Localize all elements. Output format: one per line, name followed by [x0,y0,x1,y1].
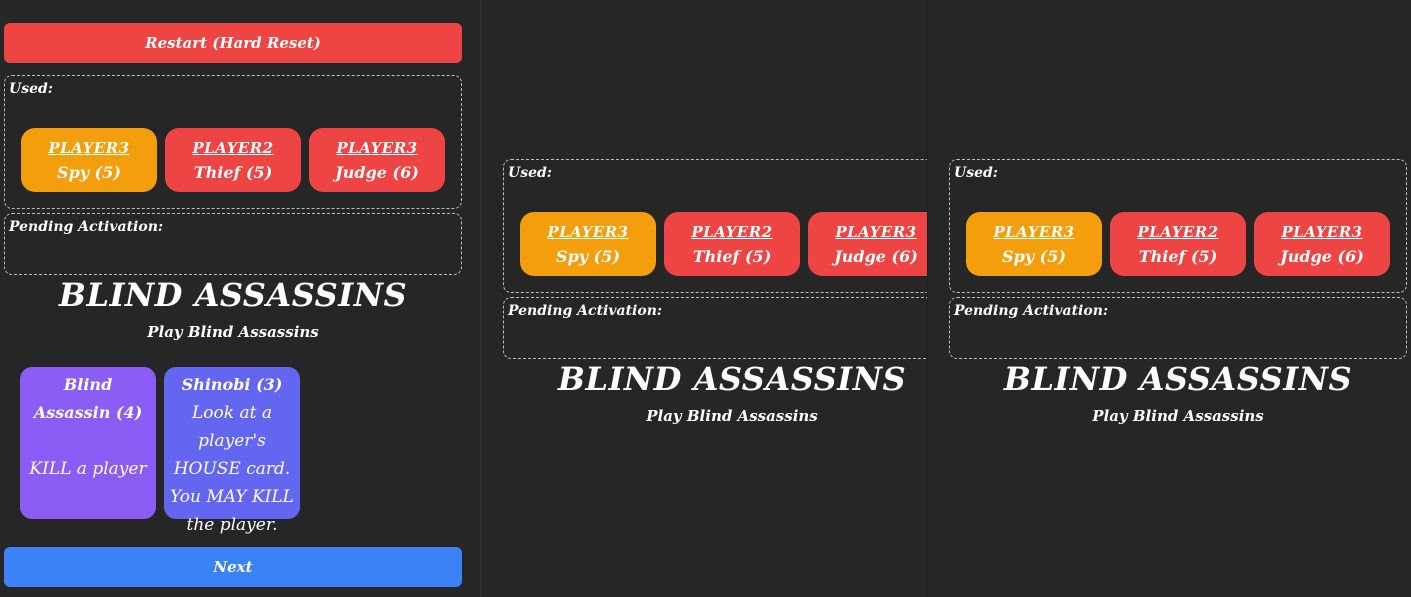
used-card: PLAYER3 Spy (5) [21,128,157,192]
used-zone-label: Used: [954,165,998,181]
used-card: PLAYER3 Judge (6) [808,212,927,276]
used-card-name: Thief (5) [1138,246,1218,266]
game-subtitle: Play Blind Assassins [646,407,818,425]
used-zone: Used: PLAYER3 Spy (5) PLAYER2 Thief (5) … [949,159,1407,293]
used-card-owner: PLAYER2 [192,138,274,157]
game-subtitle: Play Blind Assassins [147,323,319,341]
used-card-row: PLAYER3 Spy (5) PLAYER2 Thief (5) PLAYER… [21,128,445,192]
restart-button[interactable]: Restart (Hard Reset) [4,23,462,63]
hand-card-description: KILL a player [29,459,147,479]
player-view-3: Used: PLAYER3 Spy (5) PLAYER2 Thief (5) … [928,0,1411,597]
pending-zone-label: Pending Activation: [9,219,164,235]
hand-card-title: Shinobi (3) [181,375,283,394]
next-button[interactable]: Next [4,547,462,587]
used-card: PLAYER3 Spy (5) [966,212,1102,276]
used-card-owner: PLAYER2 [1137,222,1219,241]
used-card-name: Judge (6) [834,246,918,266]
used-card-row: PLAYER3 Spy (5) PLAYER2 Thief (5) PLAYER… [520,212,927,276]
hand-card-blind-assassin[interactable]: Blind Assassin (4) KILL a player [20,367,156,519]
used-zone-label: Used: [508,165,552,181]
used-card-name: Judge (6) [1280,246,1364,266]
game-title: BLIND ASSASSINS [1003,360,1353,398]
game-title: BLIND ASSASSINS [58,276,408,314]
used-card-owner: PLAYER3 [48,138,130,157]
used-card-owner: PLAYER2 [691,222,773,241]
pending-activation-zone: Pending Activation: [949,297,1407,359]
used-zone-label: Used: [9,81,53,97]
hand-card-shinobi[interactable]: Shinobi (3) Look at a player's HOUSE car… [164,367,300,535]
used-zone: Used: PLAYER3 Spy (5) PLAYER2 Thief (5) … [4,75,462,209]
used-card: PLAYER3 Judge (6) [1254,212,1390,276]
used-card-name: Spy (5) [556,246,620,266]
used-card-row: PLAYER3 Spy (5) PLAYER2 Thief (5) PLAYER… [966,212,1390,276]
used-card-owner: PLAYER3 [336,138,418,157]
player-view-2: Used: PLAYER3 Spy (5) PLAYER2 Thief (5) … [481,0,928,597]
game-subtitle: Play Blind Assassins [1092,407,1264,425]
used-card-name: Thief (5) [193,162,273,182]
used-card-owner: PLAYER3 [1281,222,1363,241]
used-card: PLAYER2 Thief (5) [1110,212,1246,276]
used-card-name: Judge (6) [335,162,419,182]
used-zone: Used: PLAYER3 Spy (5) PLAYER2 Thief (5) … [503,159,927,293]
player-view-1: Restart (Hard Reset) Used: PLAYER3 Spy (… [0,0,481,597]
used-card: PLAYER2 Thief (5) [664,212,800,276]
pending-activation-zone: Pending Activation: [4,213,462,275]
game-title: BLIND ASSASSINS [557,360,907,398]
pending-zone-label: Pending Activation: [954,303,1109,319]
hand-card-description: Look at a player's HOUSE card. You MAY K… [170,403,294,535]
used-card-owner: PLAYER3 [835,222,917,241]
player-views: Restart (Hard Reset) Used: PLAYER3 Spy (… [0,0,1411,597]
used-card-owner: PLAYER3 [547,222,629,241]
used-card-owner: PLAYER3 [993,222,1075,241]
pending-zone-label: Pending Activation: [508,303,663,319]
hand-card-title: Blind Assassin (4) [33,375,143,422]
pending-activation-zone: Pending Activation: [503,297,927,359]
used-card: PLAYER3 Spy (5) [520,212,656,276]
used-card-name: Thief (5) [692,246,772,266]
used-card-name: Spy (5) [1002,246,1066,266]
used-card: PLAYER2 Thief (5) [165,128,301,192]
hand: Blind Assassin (4) KILL a player Shinobi… [20,367,300,535]
used-card: PLAYER3 Judge (6) [309,128,445,192]
used-card-name: Spy (5) [57,162,121,182]
